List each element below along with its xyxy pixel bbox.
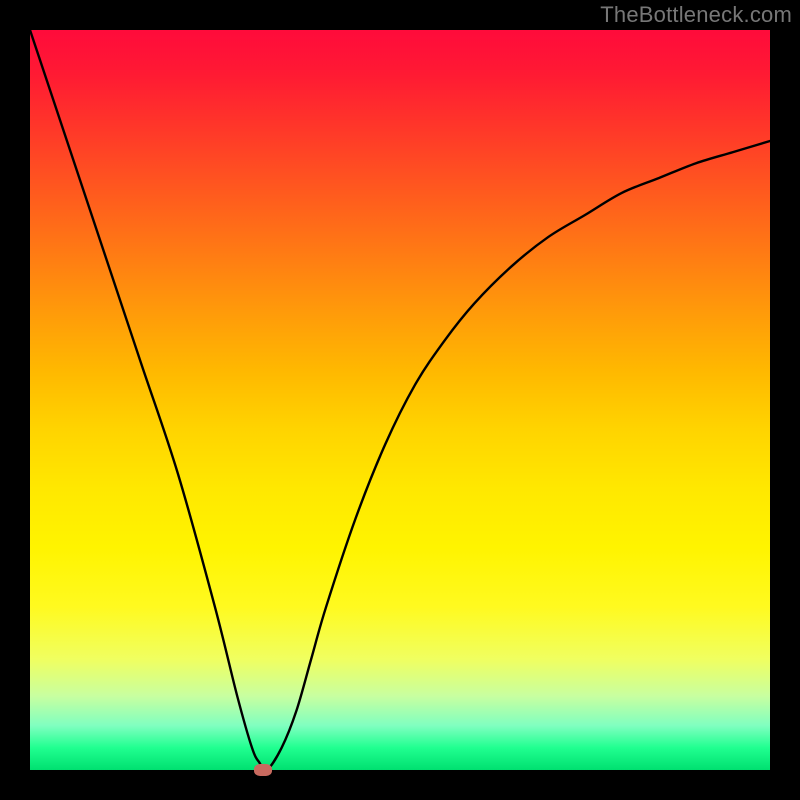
watermark-text: TheBottleneck.com <box>600 2 792 28</box>
bottleneck-curve <box>30 30 770 770</box>
chart-frame: TheBottleneck.com <box>0 0 800 800</box>
curve-path <box>30 30 770 771</box>
optimal-marker <box>254 764 272 776</box>
plot-area <box>30 30 770 770</box>
